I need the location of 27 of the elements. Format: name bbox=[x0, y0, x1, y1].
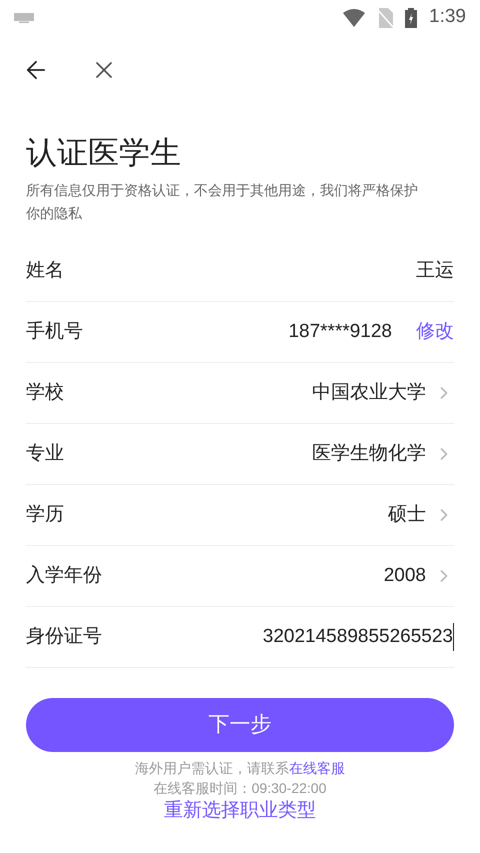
field-label: 身份证号 bbox=[26, 624, 102, 649]
field-label: 学校 bbox=[26, 380, 64, 405]
no-sim-icon bbox=[377, 8, 394, 28]
field-label: 学历 bbox=[26, 502, 64, 527]
online-service-link[interactable]: 在线客服 bbox=[289, 760, 345, 776]
privacy-note: 所有信息仅用于资格认证，不会用于其他用途，我们将严格保护你的隐私 bbox=[26, 181, 419, 223]
field-value: 2008 bbox=[384, 564, 426, 588]
reselect-link[interactable]: 重新选择职业类型 bbox=[164, 798, 316, 824]
field-label: 专业 bbox=[26, 442, 64, 466]
overseas-note: 海外用户需认证，请联系在线客服 bbox=[135, 759, 345, 778]
field-value: 中国农业大学 bbox=[312, 380, 426, 405]
id-number-field[interactable]: 320214589855265523 bbox=[194, 622, 454, 652]
field-value: 硕士 bbox=[388, 502, 426, 527]
field-value: 医学生物化学 bbox=[312, 442, 426, 466]
battery-icon bbox=[405, 8, 418, 28]
field-label: 手机号 bbox=[26, 320, 83, 344]
field-label: 姓名 bbox=[26, 258, 64, 283]
field-value: 187****9128 bbox=[288, 320, 392, 344]
next-button[interactable]: 下一步 bbox=[26, 698, 454, 752]
edit-link[interactable]: 修改 bbox=[416, 318, 454, 346]
clock: 1:39 bbox=[429, 5, 466, 30]
keyboard-icon bbox=[14, 12, 34, 22]
page-title: 认证医学生 bbox=[26, 134, 182, 172]
service-hours: 在线客服时间：09:30-22:00 bbox=[154, 779, 326, 798]
field-label: 入学年份 bbox=[26, 564, 102, 588]
field-value: 王运 bbox=[416, 258, 454, 283]
wifi-icon bbox=[343, 8, 366, 26]
